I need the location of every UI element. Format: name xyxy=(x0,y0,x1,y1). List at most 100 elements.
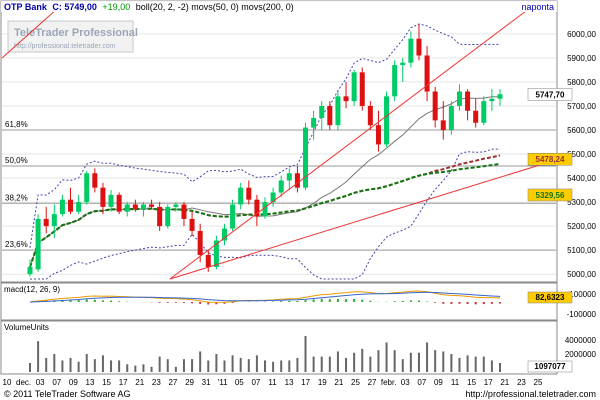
chart-canvas: 61,8% 50,0% 38,2% 23,6% TeleTrader Professi… xyxy=(0,0,597,399)
x-tick-label: 21 xyxy=(334,378,343,387)
last-value-label: 5329,56 xyxy=(536,191,565,200)
candle-body xyxy=(408,38,414,63)
candle-body xyxy=(27,266,33,275)
candle-body xyxy=(173,204,179,207)
x-tick-label: 25 xyxy=(351,378,360,387)
candle-body xyxy=(51,214,57,227)
candle-body xyxy=(100,187,106,207)
candle-body xyxy=(246,187,252,200)
x-tick-label: 23 xyxy=(517,378,526,387)
fib-level-label: 50,0% xyxy=(5,156,28,165)
candle-body xyxy=(278,180,284,193)
footer-url: http://professional.teletrader.com xyxy=(465,389,596,399)
candle-body xyxy=(465,91,471,111)
change-label: +19,00 xyxy=(102,2,130,12)
y-tick-label: 5600,00 xyxy=(567,126,596,135)
candle-body xyxy=(481,101,487,123)
x-tick-label: 17 xyxy=(484,378,493,387)
macd-last-value-label: 82,6323 xyxy=(536,293,565,302)
candle xyxy=(35,214,41,272)
x-tick-label: 15 xyxy=(102,378,111,387)
candle-body xyxy=(311,117,317,128)
macd-tick-label: -100000 xyxy=(567,310,597,319)
x-tick-label: 27 xyxy=(368,378,377,387)
x-tick-label: 07 xyxy=(52,378,61,387)
candle-body xyxy=(375,125,381,145)
candle xyxy=(448,101,454,135)
footer-copyright: © 2011 TeleTrader Software AG xyxy=(4,389,131,399)
x-tick-label: febr. xyxy=(381,378,397,387)
y-tick-label: 5400,00 xyxy=(567,174,596,183)
x-tick-label: 05 xyxy=(235,378,244,387)
candle-body xyxy=(92,173,98,188)
macd-tick-label: 100000 xyxy=(569,290,596,299)
x-tick-label: 09 xyxy=(69,378,78,387)
candle-body xyxy=(230,204,236,229)
candle xyxy=(392,60,398,102)
close-label: C: 5749,00 xyxy=(52,2,97,12)
candle-body xyxy=(149,204,155,207)
fib-level-label: 61,8% xyxy=(5,120,28,129)
candle xyxy=(335,91,341,130)
period-label: naponta xyxy=(521,2,554,12)
candle-body xyxy=(400,62,406,66)
candle xyxy=(359,67,365,111)
candle-body xyxy=(286,173,292,181)
x-tick-label: 17 xyxy=(119,378,128,387)
candle xyxy=(351,69,357,106)
candle-body xyxy=(35,218,41,270)
x-tick-label: 27 xyxy=(168,378,177,387)
candle-body xyxy=(205,254,211,267)
candle-body xyxy=(68,199,74,212)
candle-body xyxy=(448,105,454,130)
candle-body xyxy=(343,96,349,102)
last-value-label: 5478,24 xyxy=(536,155,565,164)
candle-body xyxy=(76,202,82,212)
x-tick-label: 19 xyxy=(318,378,327,387)
candle-body xyxy=(392,65,398,97)
candle-body xyxy=(181,204,187,219)
x-tick-label: 13 xyxy=(86,378,95,387)
x-tick-label: 03 xyxy=(36,378,45,387)
candle-body xyxy=(294,173,300,188)
candle-body xyxy=(140,204,146,210)
candle xyxy=(303,122,309,191)
x-tick-label: 13 xyxy=(285,378,294,387)
candle-body xyxy=(238,187,244,205)
candle-body xyxy=(197,230,203,255)
candle-body xyxy=(116,194,122,212)
candle-body xyxy=(489,98,495,102)
watermark-url: http://professional.teletrader.com xyxy=(14,43,116,50)
y-tick-label: 6000,00 xyxy=(567,30,596,39)
candle xyxy=(165,204,171,229)
y-tick-label: 5000,00 xyxy=(567,270,596,279)
chart-window: 61,8% 50,0% 38,2% 23,6% TeleTrader Professi… xyxy=(0,0,600,400)
x-tick-label: 07 xyxy=(251,378,260,387)
x-tick-label: 31 xyxy=(202,378,211,387)
candle-body xyxy=(124,204,130,212)
x-tick-label: 10 xyxy=(3,378,12,387)
candle-body xyxy=(84,173,90,203)
fib-level-label: 38,2% xyxy=(5,193,28,202)
x-tick-label: 17 xyxy=(301,378,310,387)
y-tick-label: 5800,00 xyxy=(567,78,596,87)
candle-body xyxy=(473,110,479,123)
volume-title: VolumeUnits xyxy=(4,323,49,332)
candle-body xyxy=(108,194,114,207)
fib-level-label: 23,6% xyxy=(5,240,28,249)
candle-body xyxy=(416,38,422,56)
x-tick-label: 21 xyxy=(135,378,144,387)
candle-body xyxy=(132,204,138,210)
candle-body xyxy=(351,72,357,102)
x-tick-label: 11 xyxy=(451,378,460,387)
candle xyxy=(116,192,122,215)
x-tick-label: 29 xyxy=(185,378,194,387)
candle-body xyxy=(319,105,325,118)
candle-body xyxy=(157,206,163,227)
x-tick-label: '11 xyxy=(218,378,228,387)
x-tick-label: 11 xyxy=(268,378,277,387)
x-tick-label: 25 xyxy=(534,378,543,387)
volume-tick-label: 2000000 xyxy=(565,350,597,359)
x-tick-label: 03 xyxy=(401,378,410,387)
candle-body xyxy=(43,218,49,227)
